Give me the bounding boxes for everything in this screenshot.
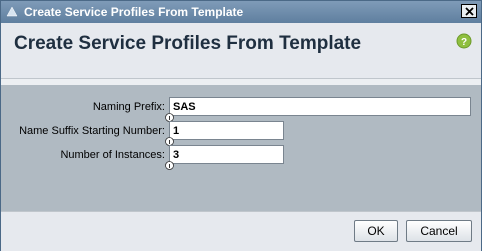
window-title: Create Service Profiles From Template (24, 5, 244, 19)
close-button[interactable] (461, 4, 477, 18)
dialog-footer: OK Cancel (1, 211, 481, 251)
info-icon[interactable] (165, 161, 174, 170)
instances-input[interactable] (169, 145, 284, 164)
suffix-start-input[interactable] (169, 121, 284, 140)
svg-text:?: ? (461, 37, 467, 48)
ok-button[interactable]: OK (354, 220, 398, 242)
page-title: Create Service Profiles From Template (14, 33, 362, 54)
close-icon (464, 6, 474, 16)
dialog-header: Create Service Profiles From Template ? (1, 23, 481, 79)
naming-prefix-row: Naming Prefix: (1, 97, 481, 122)
cancel-button[interactable]: Cancel (406, 220, 472, 242)
naming-prefix-input[interactable] (169, 97, 471, 116)
naming-prefix-label: Naming Prefix: (92, 101, 165, 113)
instances-row: Number of Instances: (1, 145, 481, 170)
help-icon[interactable]: ? (456, 33, 472, 49)
instances-label: Number of Instances: (60, 149, 165, 161)
form-area: Naming Prefix: Name Suffix Starting Numb… (1, 85, 481, 211)
suffix-start-row: Name Suffix Starting Number: (1, 121, 481, 146)
app-icon (5, 5, 19, 19)
dialog-window: Create Service Profiles From Template Cr… (0, 0, 482, 251)
suffix-start-label: Name Suffix Starting Number: (19, 125, 165, 137)
title-bar[interactable]: Create Service Profiles From Template (1, 1, 481, 23)
